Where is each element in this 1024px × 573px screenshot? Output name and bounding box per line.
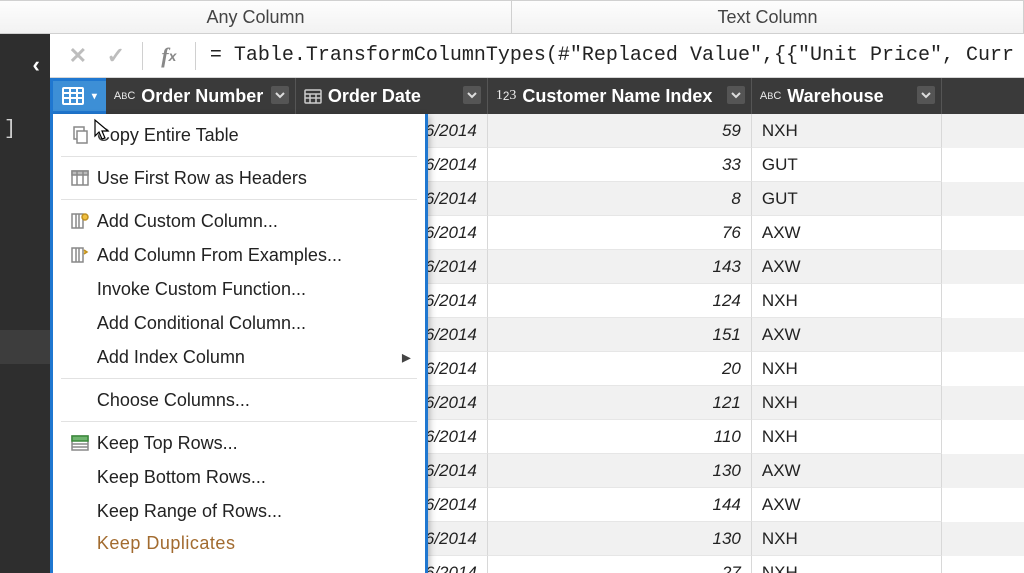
cell-warehouse[interactable]: AXW: [752, 250, 942, 284]
menu-copy-entire-table[interactable]: Copy Entire Table: [53, 118, 425, 152]
menu-label: Invoke Custom Function...: [97, 279, 306, 300]
ribbon-section-tabs: Any Column Text Column: [0, 0, 1024, 34]
cell-customer-index[interactable]: 27: [488, 556, 752, 573]
ribbon-tab-text-column[interactable]: Text Column: [512, 1, 1024, 33]
cell-customer-index[interactable]: 121: [488, 386, 752, 420]
menu-keep-duplicates-partial[interactable]: Keep Duplicates: [53, 528, 425, 554]
ribbon-tab-any-column[interactable]: Any Column: [0, 1, 512, 33]
number-type-icon: 123: [496, 88, 516, 104]
column-examples-icon: [63, 247, 97, 263]
cell-warehouse[interactable]: AXW: [752, 318, 942, 352]
date-type-icon: [304, 88, 322, 104]
cell-customer-index[interactable]: 20: [488, 352, 752, 386]
menu-label: Copy Entire Table: [97, 125, 239, 146]
menu-add-index-column[interactable]: Add Index Column ▸: [53, 340, 425, 374]
cell-warehouse[interactable]: NXH: [752, 114, 942, 148]
text-type-icon: ABC: [114, 90, 135, 102]
menu-first-row-headers[interactable]: Use First Row as Headers: [53, 161, 425, 195]
cell-customer-index[interactable]: 130: [488, 522, 752, 556]
cell-warehouse[interactable]: GUT: [752, 182, 942, 216]
cell-warehouse[interactable]: AXW: [752, 454, 942, 488]
column-label: Customer Name Index: [522, 86, 712, 107]
collapse-panel-chevron-icon[interactable]: ‹: [33, 52, 40, 78]
column-filter-dropdown-icon[interactable]: [917, 86, 935, 104]
keep-rows-icon: [63, 435, 97, 451]
cell-customer-index[interactable]: 143: [488, 250, 752, 284]
column-header-order-date[interactable]: Order Date: [296, 78, 488, 114]
menu-add-custom-column[interactable]: Add Custom Column...: [53, 204, 425, 238]
menu-keep-top-rows[interactable]: Keep Top Rows...: [53, 426, 425, 460]
table-header-icon: [63, 170, 97, 186]
menu-label: Keep Range of Rows...: [97, 501, 282, 522]
menu-label: Keep Bottom Rows...: [97, 467, 266, 488]
menu-label: Add Column From Examples...: [97, 245, 342, 266]
column-filter-dropdown-icon[interactable]: [271, 86, 289, 104]
column-label: Warehouse: [787, 86, 883, 107]
menu-label: Choose Columns...: [97, 390, 250, 411]
selected-query-indicator: [0, 330, 50, 364]
formula-bar: ✕ ✓ fx = Table.TransformColumnTypes(#"Re…: [50, 34, 1024, 78]
menu-label: Add Index Column: [97, 347, 245, 368]
cell-customer-index[interactable]: 8: [488, 182, 752, 216]
menu-add-conditional-column[interactable]: Add Conditional Column...: [53, 306, 425, 340]
cell-customer-index[interactable]: 130: [488, 454, 752, 488]
formula-text[interactable]: = Table.TransformColumnTypes(#"Replaced …: [210, 44, 1014, 67]
menu-separator: [61, 421, 417, 422]
cell-warehouse[interactable]: AXW: [752, 488, 942, 522]
column-filter-dropdown-icon[interactable]: [463, 86, 481, 104]
menu-separator: [61, 199, 417, 200]
table-context-menu: Copy Entire Table Use First Row as Heade…: [50, 114, 428, 573]
cell-customer-index[interactable]: 76: [488, 216, 752, 250]
cell-warehouse[interactable]: NXH: [752, 284, 942, 318]
query-item-placeholder[interactable]: ]: [4, 118, 16, 141]
cancel-formula-icon[interactable]: ✕: [66, 44, 90, 68]
column-header-order-number[interactable]: ABC Order Number: [106, 78, 296, 114]
column-filter-dropdown-icon[interactable]: [727, 86, 745, 104]
submenu-arrow-icon: ▸: [402, 347, 411, 368]
queries-panel: ‹ ]: [0, 34, 50, 573]
cell-warehouse[interactable]: GUT: [752, 148, 942, 182]
data-grid: ▾ ABC Order Number Order Date 123 Custo: [50, 78, 1024, 573]
menu-keep-bottom-rows[interactable]: Keep Bottom Rows...: [53, 460, 425, 494]
column-label: Order Date: [328, 86, 421, 107]
text-type-icon: ABC: [760, 90, 781, 102]
cell-warehouse[interactable]: NXH: [752, 522, 942, 556]
cell-customer-index[interactable]: 59: [488, 114, 752, 148]
cell-warehouse[interactable]: NXH: [752, 556, 942, 573]
menu-label: Use First Row as Headers: [97, 168, 307, 189]
separator: [142, 42, 143, 70]
copy-icon: [63, 126, 97, 144]
cell-customer-index[interactable]: 124: [488, 284, 752, 318]
table-menu-button[interactable]: ▾: [50, 78, 106, 114]
menu-separator: [61, 378, 417, 379]
cell-warehouse[interactable]: NXH: [752, 352, 942, 386]
menu-choose-columns[interactable]: Choose Columns...: [53, 383, 425, 417]
column-header-customer-index[interactable]: 123 Customer Name Index: [488, 78, 752, 114]
column-label: Order Number: [141, 86, 263, 107]
menu-label: Keep Top Rows...: [97, 433, 238, 454]
cell-warehouse[interactable]: NXH: [752, 420, 942, 454]
menu-add-column-from-examples[interactable]: Add Column From Examples...: [53, 238, 425, 272]
menu-invoke-custom-function[interactable]: Invoke Custom Function...: [53, 272, 425, 306]
cell-warehouse[interactable]: AXW: [752, 216, 942, 250]
separator: [195, 42, 196, 70]
table-icon: [62, 87, 84, 105]
menu-label: Add Conditional Column...: [97, 313, 306, 334]
menu-keep-range-rows[interactable]: Keep Range of Rows...: [53, 494, 425, 528]
cell-warehouse[interactable]: NXH: [752, 386, 942, 420]
accept-formula-icon[interactable]: ✓: [104, 44, 128, 68]
cell-customer-index[interactable]: 151: [488, 318, 752, 352]
column-header-row: ▾ ABC Order Number Order Date 123 Custo: [50, 78, 1024, 114]
menu-label: Keep Duplicates: [97, 533, 236, 554]
fx-icon[interactable]: fx: [157, 44, 181, 68]
menu-separator: [61, 156, 417, 157]
cell-customer-index[interactable]: 33: [488, 148, 752, 182]
cell-customer-index[interactable]: 110: [488, 420, 752, 454]
column-header-warehouse[interactable]: ABC Warehouse: [752, 78, 942, 114]
menu-label: Add Custom Column...: [97, 211, 278, 232]
cell-customer-index[interactable]: 144: [488, 488, 752, 522]
add-column-icon: [63, 213, 97, 229]
